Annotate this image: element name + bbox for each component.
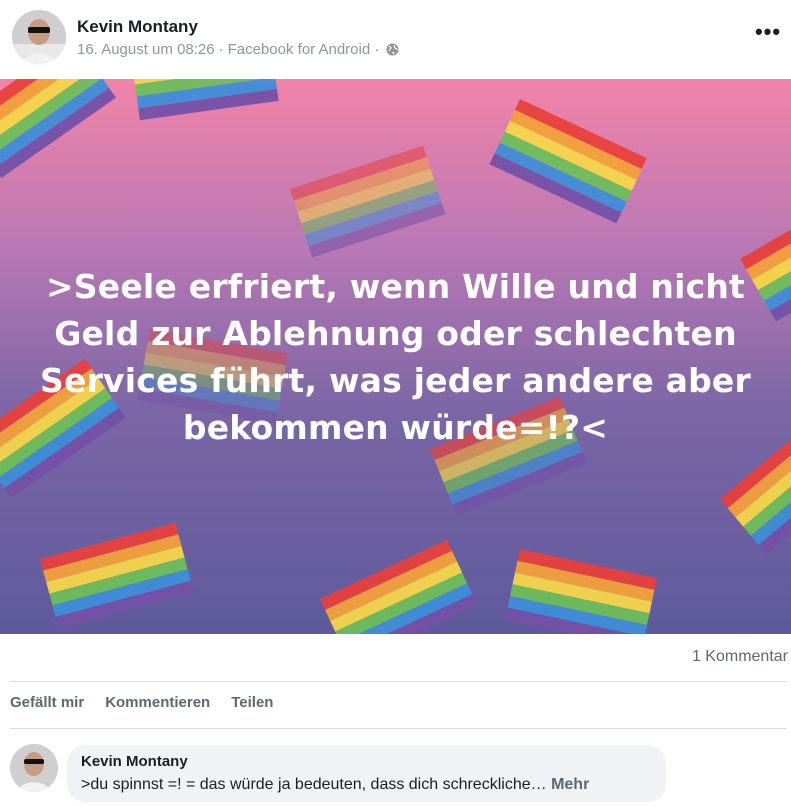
comment-author[interactable]: Kevin Montany: [81, 753, 188, 770]
globe-icon[interactable]: [386, 43, 399, 56]
author-avatar[interactable]: [12, 10, 66, 64]
post-image[interactable]: >Seele erfriert, wenn Wille und nicht Ge…: [0, 79, 791, 634]
divider: [10, 728, 787, 729]
post-date[interactable]: 16. August um 08:26: [77, 41, 215, 58]
comment-text: >du spinnst =! = das würde ja bedeuten, …: [81, 776, 589, 794]
divider: [10, 681, 787, 682]
post-header: Kevin Montany 16. August um 08:26 · Face…: [0, 0, 791, 78]
comment-bubble: Kevin Montany >du spinnst =! = das würde…: [67, 745, 666, 802]
post-image-text: >Seele erfriert, wenn Wille und nicht Ge…: [40, 267, 751, 447]
comment-count[interactable]: 1 Kommentar: [692, 648, 788, 666]
post-meta: 16. August um 08:26 · Facebook for Andro…: [77, 41, 399, 58]
comment-button[interactable]: Kommentieren: [105, 694, 210, 711]
commenter-avatar[interactable]: [10, 744, 58, 792]
comment-body: >du spinnst =! = das würde ja bedeuten, …: [81, 776, 547, 793]
author-name[interactable]: Kevin Montany: [77, 17, 198, 37]
meta-separator: ·: [218, 41, 224, 58]
like-button[interactable]: Gefällt mir: [10, 694, 84, 711]
more-options-icon[interactable]: •••: [755, 21, 781, 43]
share-button[interactable]: Teilen: [231, 694, 273, 711]
meta-separator-2: ·: [374, 41, 380, 58]
post-source: Facebook for Android: [227, 41, 371, 58]
action-bar: Gefällt mir Kommentieren Teilen: [10, 694, 294, 711]
comment-more-link[interactable]: Mehr: [551, 776, 589, 793]
